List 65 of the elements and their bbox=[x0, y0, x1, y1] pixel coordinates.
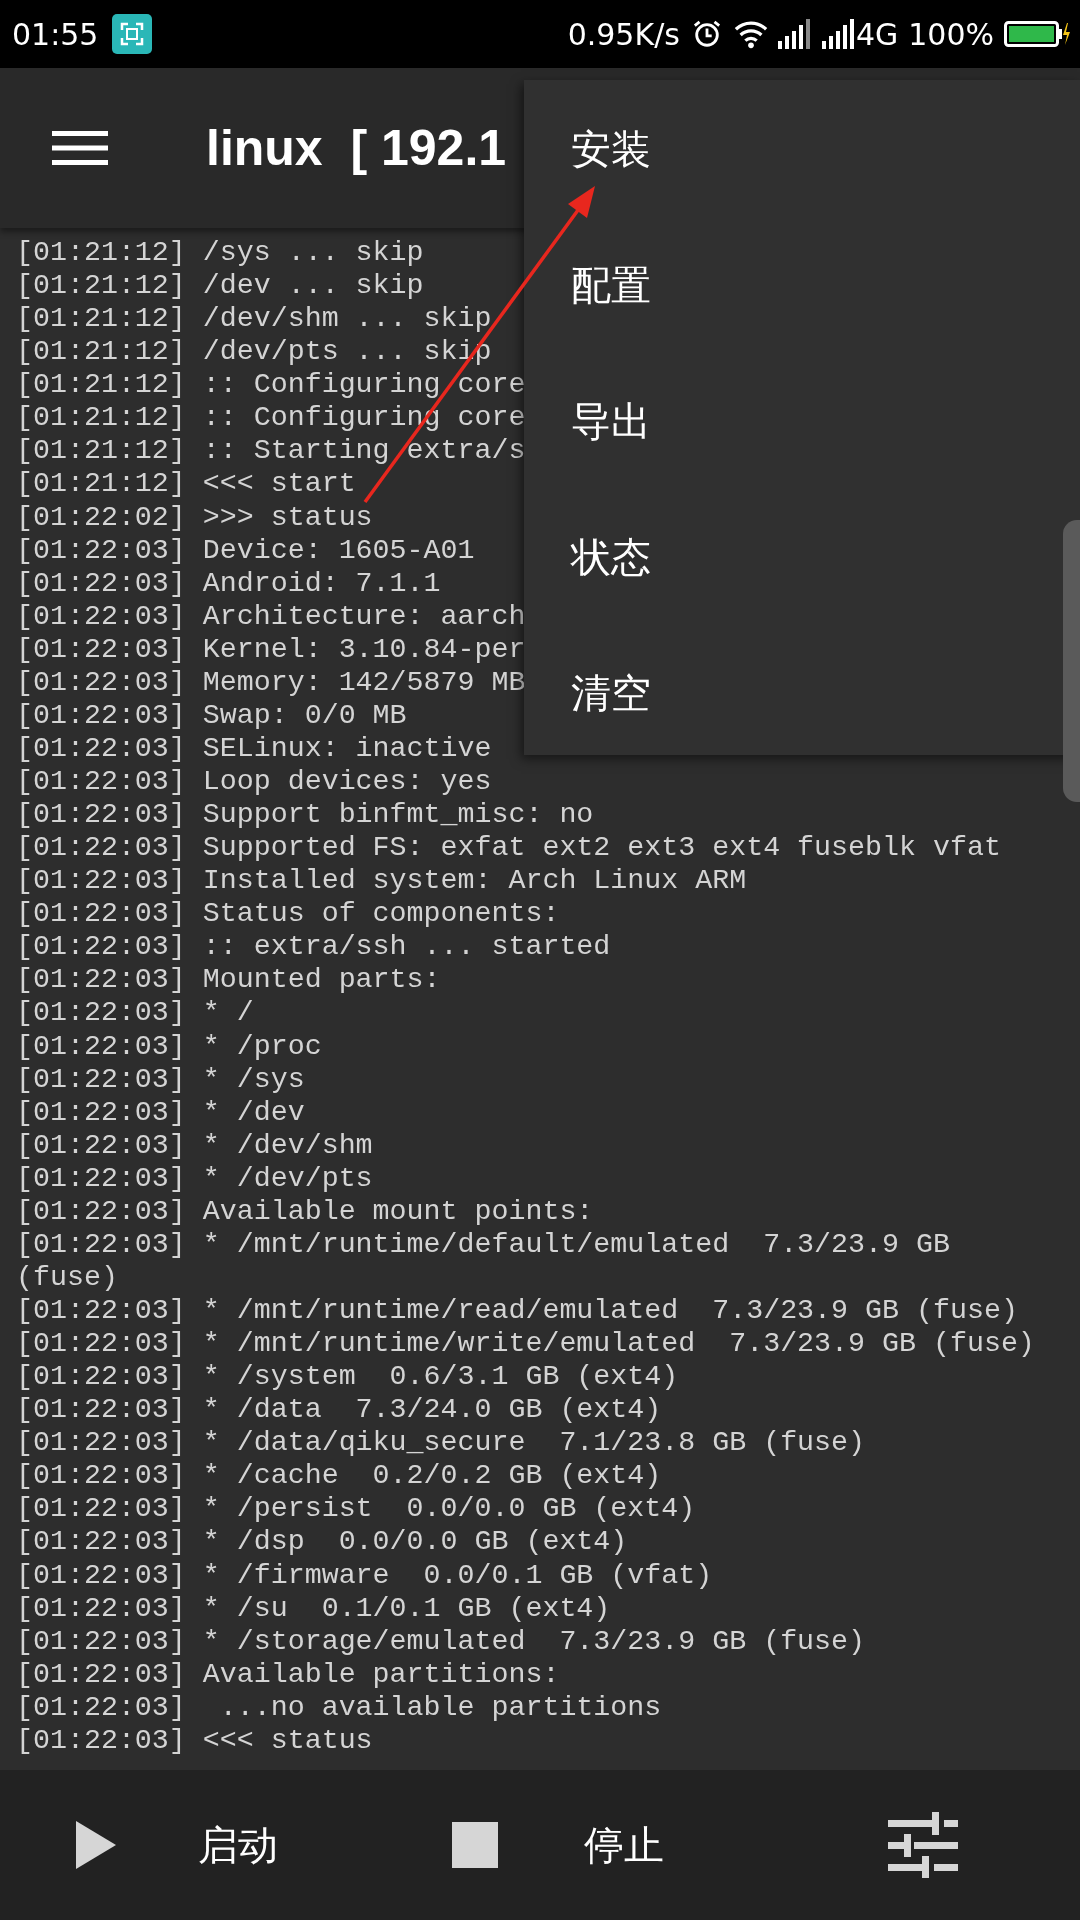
log-line: [01:22:03] ...no available partitions bbox=[16, 1690, 662, 1724]
start-button[interactable]: 启动 bbox=[76, 1817, 278, 1873]
sliders-icon[interactable] bbox=[888, 1812, 958, 1878]
log-line: [01:22:03] * /mnt/runtime/write/emulated 7.3/23.9 GB (fuse) bbox=[16, 1327, 1035, 1361]
log-line: [01:22:03] * /cache 0.2/0.2 GB (ext4) bbox=[16, 1459, 662, 1493]
log-line: [01:22:03] Swap: 0/0 MB bbox=[16, 698, 407, 732]
log-line: [01:22:03] Support binfmt_misc: no bbox=[16, 798, 594, 832]
log-line: [01:22:03] * /dev/shm bbox=[16, 1128, 373, 1162]
log-line: [01:22:03] Supported FS: exfat ext2 ext3 ext4 fuseblk vfat bbox=[16, 831, 1001, 865]
log-line: [01:22:03] <<< status bbox=[16, 1723, 373, 1757]
stop-icon bbox=[452, 1822, 498, 1868]
log-line: [01:22:03] Android: 7.1.1 bbox=[16, 566, 441, 600]
log-line: [01:22:03] Status of components: bbox=[16, 897, 560, 931]
log-line: [01:21:12] /sys ... skip bbox=[16, 236, 424, 270]
log-line: [01:21:12] /dev ... skip bbox=[16, 269, 424, 303]
log-line: [01:22:03] * /sys bbox=[16, 1062, 305, 1096]
log-line: [01:21:12] :: Configuring core bbox=[16, 368, 526, 402]
log-line: [01:22:03] * /dsp 0.0/0.0 GB (ext4) bbox=[16, 1525, 628, 1559]
battery-charging-icon bbox=[1004, 21, 1070, 47]
log-line: [01:22:03] :: extra/ssh ... started bbox=[16, 930, 611, 964]
status-time: 01:55 bbox=[12, 16, 99, 52]
log-line: [01:22:03] Available mount points: bbox=[16, 1194, 594, 1228]
menu-item[interactable]: 清空 bbox=[524, 638, 1044, 774]
log-line: [01:22:03] Device: 1605-A01 bbox=[16, 533, 475, 567]
edge-handle[interactable] bbox=[1063, 520, 1080, 802]
log-line: [01:22:03] * /proc bbox=[16, 1029, 322, 1063]
log-line: [01:22:03] * /storage/emulated 7.3/23.9 GB (fuse) bbox=[16, 1624, 866, 1658]
log-line: [01:21:12] <<< start bbox=[16, 467, 356, 501]
menu-icon[interactable] bbox=[52, 131, 108, 165]
signal-icon bbox=[777, 19, 812, 49]
network-type: 4G bbox=[855, 16, 899, 52]
log-line: [01:22:03] * /data/qiku_secure 7.1/23.8 GB (fuse) bbox=[16, 1426, 866, 1460]
stop-button[interactable]: 停止 bbox=[452, 1817, 664, 1873]
log-line: [01:22:03] * /mnt/runtime/read/emulated 7.3/23.9 GB (fuse) bbox=[16, 1294, 1018, 1328]
log-line: [01:22:03] * /system 0.6/3.1 GB (ext4) bbox=[16, 1360, 679, 1394]
menu-item[interactable]: 导出 bbox=[524, 366, 1044, 502]
app-title: linux [ 192.1 bbox=[206, 119, 507, 177]
battery-percent: 100% bbox=[908, 16, 994, 52]
menu-item[interactable]: 状态 bbox=[524, 502, 1044, 638]
log-line: [01:22:03] * /dev bbox=[16, 1095, 305, 1129]
log-line: [01:21:12] /dev/shm ... skip bbox=[16, 302, 492, 336]
log-line: [01:22:03] * /persist 0.0/0.0 GB (ext4) bbox=[16, 1492, 696, 1526]
log-line: [01:22:03] * /data 7.3/24.0 GB (ext4) bbox=[16, 1393, 662, 1427]
network-speed: 0.95K/s bbox=[567, 16, 680, 52]
log-line: [01:22:03] * / bbox=[16, 996, 254, 1030]
log-line: [01:22:03] SELinux: inactive bbox=[16, 731, 492, 765]
log-line: [01:21:12] :: Starting extra/s bbox=[16, 434, 526, 468]
log-line: [01:22:02] >>> status bbox=[16, 500, 373, 534]
wifi-icon bbox=[733, 19, 768, 49]
log-line: [01:22:03] Loop devices: yes bbox=[16, 765, 492, 799]
log-line: [01:22:03] Mounted parts: bbox=[16, 963, 441, 997]
screenshot-icon bbox=[112, 14, 153, 54]
log-line: [01:22:03] Architecture: aarch bbox=[16, 599, 526, 633]
menu-item[interactable]: 配置 bbox=[524, 230, 1044, 366]
log-line: [01:22:03] Kernel: 3.10.84-per bbox=[16, 632, 526, 666]
log-line: [01:22:03] * /su 0.1/0.1 GB (ext4) bbox=[16, 1591, 611, 1625]
log-line: [01:22:03] Installed system: Arch Linux ARM bbox=[16, 864, 747, 898]
log-line: [01:22:03] Memory: 142/5879 MB bbox=[16, 665, 526, 699]
menu-item[interactable]: 安装 bbox=[524, 94, 1044, 230]
log-line: [01:22:03] Available partitions: bbox=[16, 1657, 560, 1691]
signal-icon bbox=[821, 19, 856, 49]
log-line: [01:22:03] * /dev/pts bbox=[16, 1161, 373, 1195]
log-line: [01:22:03] * /mnt/runtime/default/emulated 7.3/23.9 GB (fuse) bbox=[16, 1227, 951, 1294]
play-icon bbox=[76, 1821, 116, 1869]
log-line: [01:22:03] * /firmware 0.0/0.1 GB (vfat) bbox=[16, 1558, 713, 1592]
